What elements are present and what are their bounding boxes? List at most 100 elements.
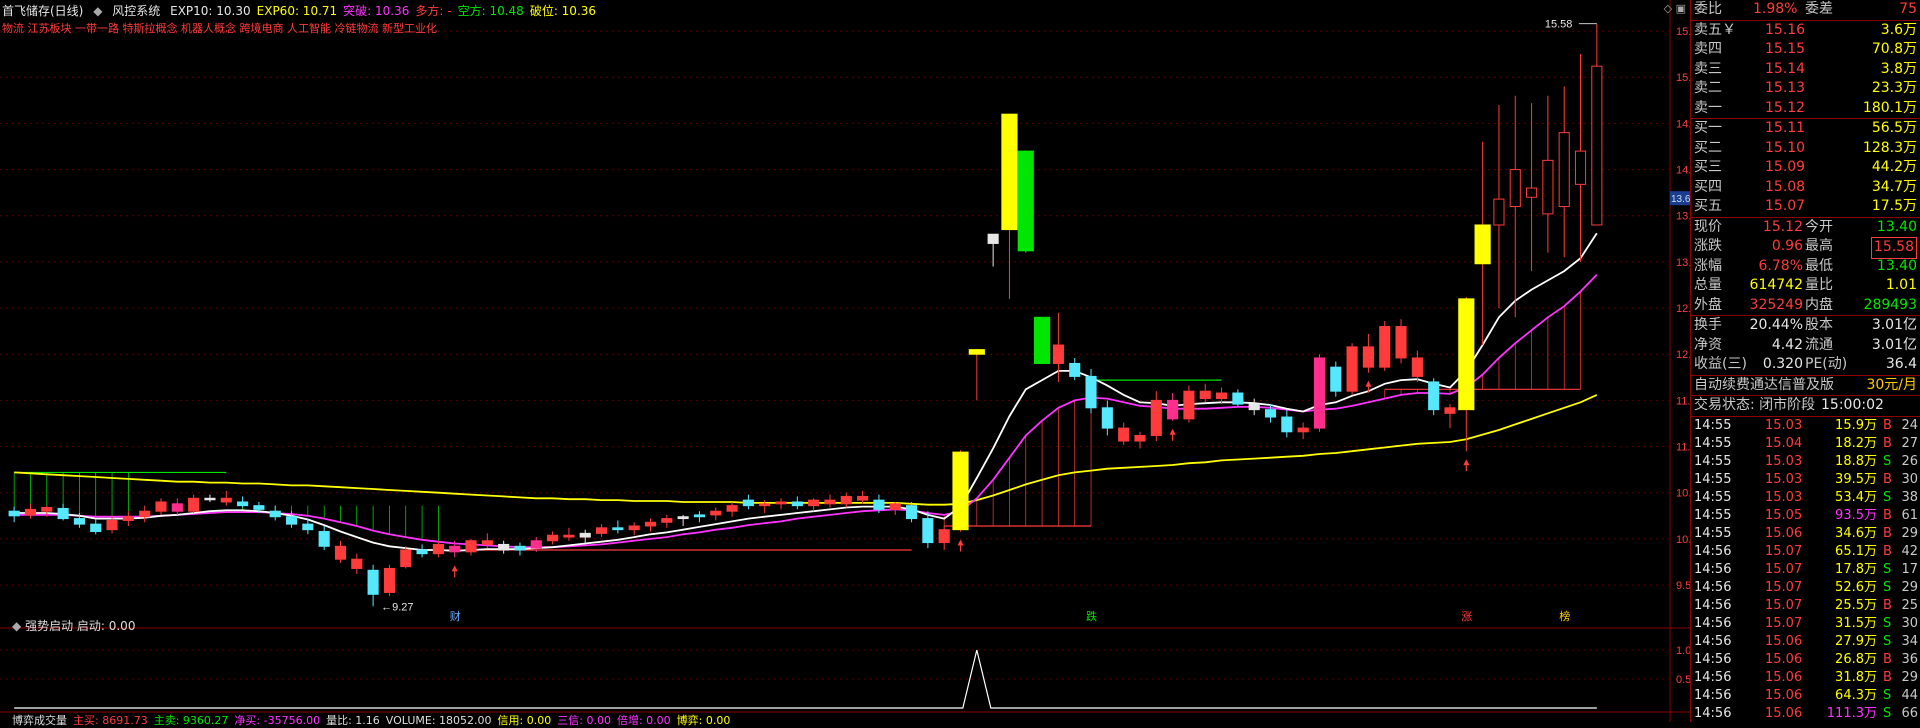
diamond-icon[interactable]: ◇	[1664, 2, 1672, 15]
bid-level-3[interactable]: 买四 15.08 34.7万	[1691, 178, 1920, 198]
promo-price[interactable]: 30元/月	[1866, 376, 1917, 396]
candle-body[interactable]	[808, 499, 820, 507]
candle-body[interactable]	[90, 523, 102, 533]
candle-body[interactable]	[1458, 298, 1475, 411]
event-marker[interactable]: 财	[450, 609, 461, 623]
candle-body[interactable]	[1017, 150, 1034, 252]
candle-body[interactable]	[873, 499, 885, 510]
promo-row[interactable]: 自动续费通达信普及版 30元/月	[1691, 376, 1920, 396]
candle-body[interactable]	[57, 507, 69, 520]
candle-body[interactable]	[693, 514, 706, 518]
candle-body[interactable]	[889, 503, 901, 510]
candle-body[interactable]	[1216, 392, 1228, 400]
candle-body[interactable]	[188, 497, 200, 512]
candle-body[interactable]	[237, 501, 249, 507]
candle-body[interactable]	[530, 540, 542, 549]
candle-body[interactable]	[41, 507, 53, 512]
bid-level-0[interactable]: 买一 15.11 56.5万	[1691, 119, 1920, 139]
candle-body[interactable]	[644, 521, 657, 527]
candle-body[interactable]	[400, 549, 412, 568]
candle-body[interactable]	[318, 531, 330, 547]
candle-body[interactable]	[1346, 346, 1358, 392]
candle-body[interactable]	[677, 516, 689, 520]
candle-body[interactable]	[1379, 326, 1391, 368]
candle-body[interactable]	[759, 503, 771, 507]
candle-body[interactable]	[1085, 375, 1097, 409]
candle-body[interactable]	[1330, 366, 1342, 392]
candle-body[interactable]	[269, 510, 281, 518]
candle-body[interactable]	[122, 516, 134, 521]
candle-body[interactable]	[220, 497, 232, 503]
candle-body[interactable]	[481, 540, 493, 545]
ask-level-2[interactable]: 卖三 15.14 3.8万	[1691, 60, 1920, 80]
candle-body[interactable]	[824, 499, 836, 505]
candle-body[interactable]	[73, 518, 85, 525]
candle-body[interactable]	[432, 543, 444, 555]
candle-body[interactable]	[595, 527, 608, 534]
bid-level-4[interactable]: 买五 15.07 17.5万	[1691, 197, 1920, 217]
candle-body[interactable]	[742, 499, 754, 507]
candle-body[interactable]	[285, 516, 298, 525]
stock-title[interactable]: 首飞储存(日线)	[2, 4, 83, 18]
candle-body[interactable]	[1052, 344, 1064, 364]
candle-body[interactable]	[1001, 113, 1018, 231]
dropdown-icon[interactable]: ◆	[93, 4, 102, 18]
candle-body[interactable]	[106, 519, 118, 531]
candle-body[interactable]	[938, 529, 950, 544]
candle-body[interactable]	[1248, 403, 1260, 411]
candle-body[interactable]	[1150, 399, 1162, 436]
candle-body[interactable]	[968, 349, 985, 355]
candle-body[interactable]	[1033, 316, 1051, 364]
candle-body[interactable]	[661, 518, 673, 523]
kline-chart[interactable]: 15.50 15.00 14.50 14.00 13.50 13.00 12.50 12.00…	[0, 0, 1690, 722]
candle-body[interactable]	[1411, 357, 1423, 377]
candle-body[interactable]	[1542, 159, 1554, 215]
candle-body[interactable]	[1444, 407, 1456, 414]
candle-body[interactable]	[1509, 169, 1521, 208]
candle-body[interactable]	[8, 510, 20, 517]
event-marker[interactable]: 涨	[1461, 610, 1472, 623]
candle-body[interactable]	[791, 501, 803, 507]
candle-body[interactable]	[367, 569, 379, 595]
candle-body[interactable]	[710, 510, 722, 516]
candle-body[interactable]	[24, 508, 37, 516]
candle-body[interactable]	[498, 543, 510, 551]
candle-body[interactable]	[563, 534, 575, 538]
candle-body[interactable]	[1183, 390, 1195, 420]
promo-text[interactable]: 自动续费通达信普及版	[1694, 376, 1834, 396]
bid-level-1[interactable]: 买二 15.10 128.3万	[1691, 139, 1920, 159]
candle-body[interactable]	[579, 532, 591, 538]
candle-body[interactable]	[857, 495, 869, 501]
window-icon[interactable]: ▣	[1676, 2, 1686, 15]
candle-body[interactable]	[547, 534, 559, 542]
bid-level-2[interactable]: 买三 15.09 44.2万	[1691, 158, 1920, 178]
ask-level-0[interactable]: 卖五￥ 15.16 3.6万	[1691, 21, 1920, 41]
candle-body[interactable]	[1362, 346, 1374, 368]
chart-area[interactable]: 15.50 15.00 14.50 14.00 13.50 13.00 12.50 12.00…	[0, 0, 1690, 727]
ask-level-4[interactable]: 卖一 15.12 180.1万	[1691, 99, 1920, 119]
candle-body[interactable]	[1232, 392, 1244, 405]
candle-body[interactable]	[1281, 416, 1293, 433]
candle-body[interactable]	[383, 567, 395, 593]
candle-body[interactable]	[1313, 357, 1326, 429]
tick-list[interactable]: 14:55 15.03 15.9万 B 24 14:55 15.04 18.2万 B 27 14:5…	[1691, 417, 1920, 723]
candle-body[interactable]	[952, 451, 969, 531]
candle-body[interactable]	[1297, 427, 1309, 433]
candle-body[interactable]	[1591, 65, 1603, 226]
candle-body[interactable]	[302, 523, 314, 531]
system-name[interactable]: 风控系统	[112, 4, 160, 18]
candle-body[interactable]	[1101, 407, 1113, 429]
candle-body[interactable]	[905, 505, 918, 520]
candle-body[interactable]	[1264, 409, 1277, 418]
candle-body[interactable]	[139, 510, 151, 518]
candle-body[interactable]	[253, 505, 265, 510]
candle-body[interactable]	[1395, 326, 1407, 359]
candle-body[interactable]	[987, 233, 999, 244]
candle-body[interactable]	[1574, 150, 1587, 185]
candle-body[interactable]	[514, 545, 526, 551]
candle-body[interactable]	[155, 501, 167, 512]
candle-body[interactable]	[465, 540, 477, 553]
candle-body[interactable]	[171, 503, 183, 512]
candle-body[interactable]	[449, 545, 461, 553]
candle-body[interactable]	[1558, 132, 1570, 208]
